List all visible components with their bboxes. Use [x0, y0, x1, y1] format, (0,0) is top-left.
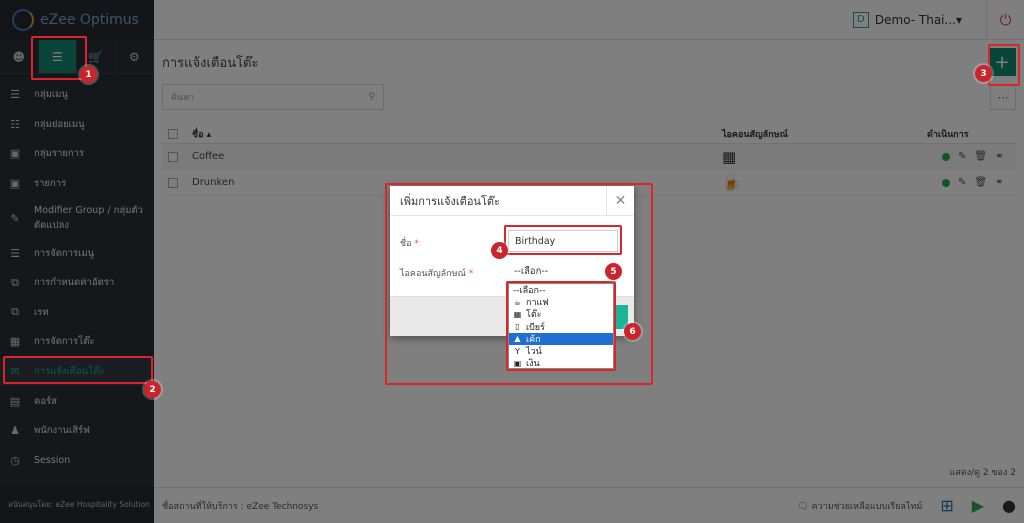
annotation-badge: 3 — [975, 65, 992, 82]
annotation-badge: 5 — [605, 263, 622, 280]
annotation-badge: 4 — [491, 242, 508, 259]
highlight-add-button — [988, 44, 1020, 86]
highlight-menu-tab — [31, 36, 87, 80]
annotation-badge: 2 — [144, 381, 161, 398]
annotation-badge: 1 — [80, 66, 97, 83]
highlight-name-field — [504, 225, 622, 255]
annotation-badge: 6 — [624, 323, 641, 340]
highlight-dropdown — [506, 281, 616, 371]
highlight-table-alert — [3, 356, 153, 384]
app: eZee Optimus ☻ ☰ 🛒 ⚙ ☰กลุ่มเมนู ☷กลุ่มย่… — [0, 0, 1024, 523]
